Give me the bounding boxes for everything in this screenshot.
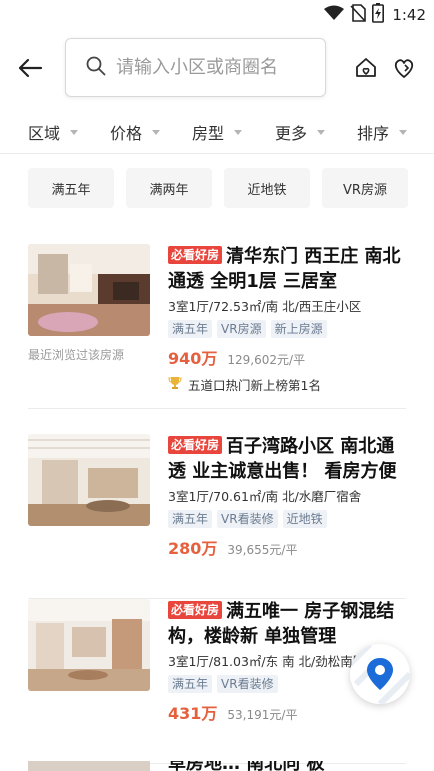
filter-label: 更多 bbox=[275, 124, 308, 143]
unit-price: 39,655元/平 bbox=[227, 543, 298, 557]
unit-price: 53,191元/平 bbox=[227, 708, 298, 722]
filter-label: 房型 bbox=[192, 124, 225, 143]
listing-tags: 满五年 VR看装修 近地铁 bbox=[168, 510, 406, 528]
unit-price: 129,602元/平 bbox=[227, 353, 306, 367]
listing-title: 草房地… 南北向 板 bbox=[168, 761, 325, 771]
listing-photo bbox=[28, 599, 150, 691]
caret-down-icon bbox=[70, 129, 79, 135]
house-heart-button[interactable] bbox=[352, 54, 380, 82]
caret-down-icon bbox=[234, 129, 243, 135]
back-button[interactable] bbox=[14, 52, 46, 84]
must-see-badge: 必看好房 bbox=[168, 601, 223, 619]
listing-tags: 满五年 VR房源 新上房源 bbox=[168, 320, 406, 338]
listing-info: 必看好房 清华东门 西王庄 南北通透 全明1层 三居室 3室1厅/72.53㎡/南… bbox=[168, 244, 406, 394]
map-button[interactable] bbox=[350, 644, 410, 704]
listing-tag: 满五年 bbox=[168, 320, 213, 338]
listing-title: 必看好房 清华东门 西王庄 南北通透 全明1层 三居室 bbox=[168, 246, 401, 292]
listing-item[interactable]: 最近浏览过该房源 必看好房 清华东门 西王庄 南北通透 全明1层 三居室 3室1厅… bbox=[28, 244, 406, 409]
filter-region[interactable]: 区域 bbox=[28, 120, 79, 144]
quick-tag-row: 满五年 满两年 近地铁 VR房源 bbox=[0, 168, 434, 208]
quick-tag-vr[interactable]: VR房源 bbox=[322, 168, 408, 208]
heart-flag-icon bbox=[394, 59, 414, 78]
total-price: 280万 bbox=[168, 539, 218, 558]
total-price: 940万 bbox=[168, 349, 218, 368]
caret-down-icon bbox=[317, 129, 326, 135]
listing-meta: 3室1厅/72.53㎡/南 北/西王庄小区 bbox=[168, 299, 362, 314]
search-input[interactable] bbox=[116, 57, 316, 78]
filter-more[interactable]: 更多 bbox=[275, 120, 326, 144]
listing-photo bbox=[28, 761, 150, 771]
partial-listing[interactable]: 草房地… 南北向 板 bbox=[28, 761, 406, 771]
filter-label: 价格 bbox=[110, 124, 143, 143]
listing-tag: 满五年 bbox=[168, 510, 213, 528]
listing-photo bbox=[28, 244, 150, 336]
filter-room-type[interactable]: 房型 bbox=[192, 120, 243, 144]
quick-tag-two-years[interactable]: 满两年 bbox=[126, 168, 212, 208]
filter-sort[interactable]: 排序 bbox=[357, 120, 408, 144]
map-pin-icon bbox=[350, 644, 410, 704]
price-row: 940万 129,602元/平 bbox=[168, 345, 406, 369]
search-icon bbox=[86, 56, 106, 80]
follow-button[interactable] bbox=[390, 54, 418, 82]
must-see-badge: 必看好房 bbox=[168, 436, 223, 454]
listing-title: 必看好房 满五唯一 房子钢混结构，楼龄新 单独管理 bbox=[168, 601, 395, 647]
arrow-left-icon bbox=[18, 58, 43, 78]
price-row: 431万 53,191元/平 bbox=[168, 700, 406, 724]
listing-item[interactable]: 必看好房 满五唯一 房子钢混结构，楼龄新 单独管理 3室1厅/81.03㎡/东 南… bbox=[28, 599, 406, 764]
listing-tag: 满五年 bbox=[168, 675, 213, 693]
listing-info: 必看好房 百子湾路小区 南北通透 业主诚意出售！ 看房方便 3室1厅/70.61㎡… bbox=[168, 434, 406, 559]
listing-tag: VR看装修 bbox=[217, 510, 278, 528]
header bbox=[0, 30, 434, 104]
listing-photo bbox=[28, 434, 150, 526]
quick-tag-near-subway[interactable]: 近地铁 bbox=[224, 168, 310, 208]
must-see-badge: 必看好房 bbox=[168, 246, 223, 264]
search-box[interactable] bbox=[65, 38, 326, 97]
filter-price[interactable]: 价格 bbox=[110, 120, 161, 144]
caret-down-icon bbox=[152, 129, 161, 135]
listing-tag: 新上房源 bbox=[270, 320, 327, 338]
listing-tag: VR房源 bbox=[217, 320, 266, 338]
price-row: 280万 39,655元/平 bbox=[168, 535, 406, 559]
rank-text: 五道口热门新上榜第1名 bbox=[188, 378, 321, 393]
recently-viewed-note: 最近浏览过该房源 bbox=[28, 348, 125, 362]
listing-title: 必看好房 百子湾路小区 南北通透 业主诚意出售！ 看房方便 bbox=[168, 436, 397, 482]
total-price: 431万 bbox=[168, 704, 218, 723]
trophy-icon bbox=[168, 376, 182, 393]
caret-down-icon bbox=[399, 129, 408, 135]
listing-item[interactable]: 必看好房 百子湾路小区 南北通透 业主诚意出售！ 看房方便 3室1厅/70.61㎡… bbox=[28, 434, 406, 599]
quick-tag-five-years[interactable]: 满五年 bbox=[28, 168, 114, 208]
wifi-icon bbox=[324, 5, 345, 25]
filter-label: 区域 bbox=[28, 124, 61, 143]
listing-tag: VR看装修 bbox=[217, 675, 278, 693]
house-heart-icon bbox=[356, 58, 376, 77]
status-time: 1:42 bbox=[392, 6, 426, 24]
no-sim-icon bbox=[350, 4, 367, 26]
status-icons: 1:42 bbox=[324, 3, 426, 27]
listing-meta: 3室1厅/70.61㎡/南 北/水磨厂宿舍 bbox=[168, 489, 362, 504]
rank-row: 五道口热门新上榜第1名 bbox=[168, 375, 406, 394]
status-bar: 1:42 bbox=[0, 0, 434, 30]
battery-charging-icon bbox=[372, 3, 385, 27]
listing-tag: 近地铁 bbox=[282, 510, 327, 528]
filter-label: 排序 bbox=[357, 124, 390, 143]
filter-bar: 区域 价格 房型 更多 排序 bbox=[0, 104, 434, 154]
